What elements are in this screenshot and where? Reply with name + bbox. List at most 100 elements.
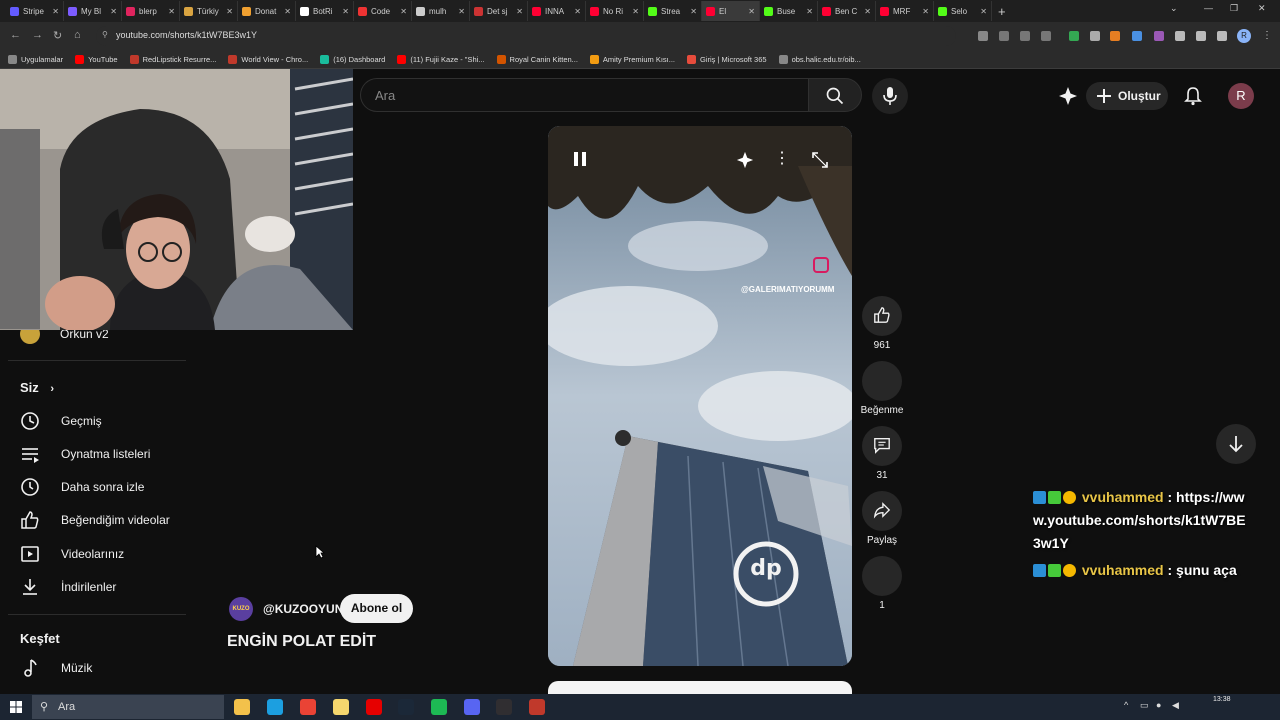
browser-tab[interactable]: MRF ✕	[876, 1, 934, 21]
browser-menu-icon[interactable]: ⋮	[1262, 30, 1272, 41]
shorts-video-player[interactable]: ⋮ @GALERIMATIYORUMM dp	[548, 126, 852, 666]
browser-tab[interactable]: blerp ✕	[122, 1, 180, 21]
browser-tab[interactable]: Ben C ✕	[818, 1, 876, 21]
channel-handle[interactable]: @KUZOOYUN	[263, 602, 343, 616]
forward-icon[interactable]: →	[32, 29, 43, 41]
microphone-tray-icon[interactable]: ●	[1156, 700, 1161, 710]
browser-tab[interactable]: Buse ✕	[760, 1, 818, 21]
discord-app-icon[interactable]	[464, 699, 480, 715]
bookmark-item[interactable]: Uygulamalar	[8, 54, 63, 64]
like-button[interactable]	[862, 296, 902, 336]
sidebar-item-music[interactable]: Müzik	[20, 657, 92, 679]
media-control-icon[interactable]	[1196, 31, 1206, 41]
bookmark-item[interactable]: Amity Premium Kısı...	[589, 54, 675, 64]
browser-tab[interactable]: No Ri ✕	[586, 1, 644, 21]
close-tab-icon[interactable]: ✕	[980, 7, 987, 16]
bookmark-item[interactable]: YouTube	[75, 54, 118, 64]
taskbar-search[interactable]: ⚲ Ara	[32, 695, 224, 719]
tray-chevron-icon[interactable]: ^	[1124, 700, 1128, 710]
browser-tab[interactable]: Donat ✕	[238, 1, 296, 21]
close-tab-icon[interactable]: ✕	[458, 7, 465, 16]
close-tab-icon[interactable]: ✕	[284, 7, 291, 16]
reload-icon[interactable]: ↻	[53, 29, 62, 42]
close-tab-icon[interactable]: ✕	[922, 7, 929, 16]
sidebar-item-watch-later[interactable]: Daha sonra izle	[20, 476, 144, 498]
volume-icon[interactable]: ◀	[1172, 700, 1179, 711]
tray-icon[interactable]: ▭	[1140, 700, 1149, 711]
edge-app-icon[interactable]	[267, 699, 283, 715]
bookmark-item[interactable]: RedLipstick Resurre...	[129, 54, 216, 64]
obs-app-icon[interactable]	[496, 699, 512, 715]
bookmark-star-icon[interactable]	[1041, 31, 1051, 41]
sparkle-icon[interactable]	[736, 151, 754, 169]
browser-tab[interactable]: Code ✕	[354, 1, 412, 21]
close-tab-icon[interactable]: ✕	[342, 7, 349, 16]
pause-button[interactable]	[572, 150, 588, 173]
browser-tab[interactable]: El ✕	[702, 1, 760, 21]
close-tab-icon[interactable]: ✕	[226, 7, 233, 16]
close-tab-icon[interactable]: ✕	[52, 7, 59, 16]
extension-icon[interactable]	[1154, 31, 1164, 41]
browser-tab[interactable]: Türkiy ✕	[180, 1, 238, 21]
extension-icon[interactable]	[1110, 31, 1120, 41]
notes-app-icon[interactable]	[333, 699, 349, 715]
remix-button[interactable]	[862, 556, 902, 596]
search-input[interactable]	[375, 88, 775, 103]
close-window-icon[interactable]: ✕	[1258, 3, 1266, 14]
close-tab-icon[interactable]: ✕	[168, 7, 175, 16]
close-tab-icon[interactable]: ✕	[516, 7, 523, 16]
bookmark-item[interactable]: (11) Fujii Kaze - "Shi...	[397, 54, 485, 64]
download-icon[interactable]	[978, 31, 988, 41]
more-options-icon[interactable]: ⋮	[774, 148, 790, 168]
browser-tab[interactable]: INNA ✕	[528, 1, 586, 21]
new-tab-button[interactable]: +	[998, 4, 1006, 19]
browser-tab[interactable]: My Bl ✕	[64, 1, 122, 21]
browser-tab[interactable]: Stripe ✕	[6, 1, 64, 21]
maximize-icon[interactable]: ❐	[1230, 3, 1238, 14]
channel-avatar[interactable]: KUZO	[229, 597, 253, 621]
site-info-icon[interactable]: ⚲	[102, 30, 108, 39]
bookmark-item[interactable]: World View - Chro...	[228, 54, 308, 64]
bookmark-item[interactable]: Royal Canin Kitten...	[496, 54, 578, 64]
bookmark-item[interactable]: (16) Dashboard	[320, 54, 385, 64]
home-icon[interactable]: ⌂	[74, 29, 81, 41]
browser-tab[interactable]: Strea ✕	[644, 1, 702, 21]
back-icon[interactable]: ←	[10, 29, 21, 41]
address-bar[interactable]: ⚲ youtube.com/shorts/k1tW7BE3w1Y	[96, 26, 956, 46]
comments-button[interactable]	[862, 426, 902, 466]
close-tab-icon[interactable]: ✕	[110, 7, 117, 16]
zoom-icon[interactable]	[999, 31, 1009, 41]
search-button[interactable]	[808, 78, 862, 112]
recorder-app-icon[interactable]	[529, 699, 545, 715]
bookmark-item[interactable]: obs.halic.edu.tr/oib...	[778, 54, 861, 64]
browser-profile-avatar[interactable]: R	[1237, 29, 1251, 43]
voice-search-button[interactable]	[872, 78, 908, 114]
extensions-puzzle-icon[interactable]	[1175, 31, 1185, 41]
account-avatar[interactable]: R	[1228, 83, 1254, 109]
sidebar-item-your-videos[interactable]: Videolarınız	[20, 543, 124, 565]
minimize-icon[interactable]: —	[1204, 3, 1213, 13]
browser-tab[interactable]: Det sj ✕	[470, 1, 528, 21]
sidebar-item-playlists[interactable]: Oynatma listeleri	[20, 443, 150, 465]
notifications-bell-icon[interactable]	[1184, 86, 1202, 106]
close-tab-icon[interactable]: ✕	[400, 7, 407, 16]
close-tab-icon[interactable]: ✕	[690, 7, 697, 16]
close-tab-icon[interactable]: ✕	[806, 7, 813, 16]
subscribe-button[interactable]: Abone ol	[340, 594, 413, 623]
close-tab-icon[interactable]: ✕	[632, 7, 639, 16]
chrome-app-icon[interactable]	[300, 699, 316, 715]
close-tab-icon[interactable]: ✕	[574, 7, 581, 16]
vodafone-app-icon[interactable]	[366, 699, 382, 715]
close-tab-icon[interactable]: ✕	[864, 7, 871, 16]
extension-icon[interactable]	[1069, 31, 1079, 41]
sidebar-item-downloads[interactable]: İndirilenler	[20, 576, 116, 598]
remix-sparkle-icon[interactable]	[1058, 86, 1078, 106]
sidebar-item-history[interactable]: Geçmiş	[20, 410, 102, 432]
extension-icon[interactable]	[1090, 31, 1100, 41]
browser-tab[interactable]: BotRi ✕	[296, 1, 354, 21]
sidebar-item-liked-videos[interactable]: Beğendiğim videolar	[20, 509, 170, 531]
tab-search-icon[interactable]: ⌄	[1170, 3, 1178, 14]
share-button[interactable]	[862, 491, 902, 531]
browser-tab[interactable]: Selo ✕	[934, 1, 992, 21]
steam-app-icon[interactable]	[398, 699, 414, 715]
